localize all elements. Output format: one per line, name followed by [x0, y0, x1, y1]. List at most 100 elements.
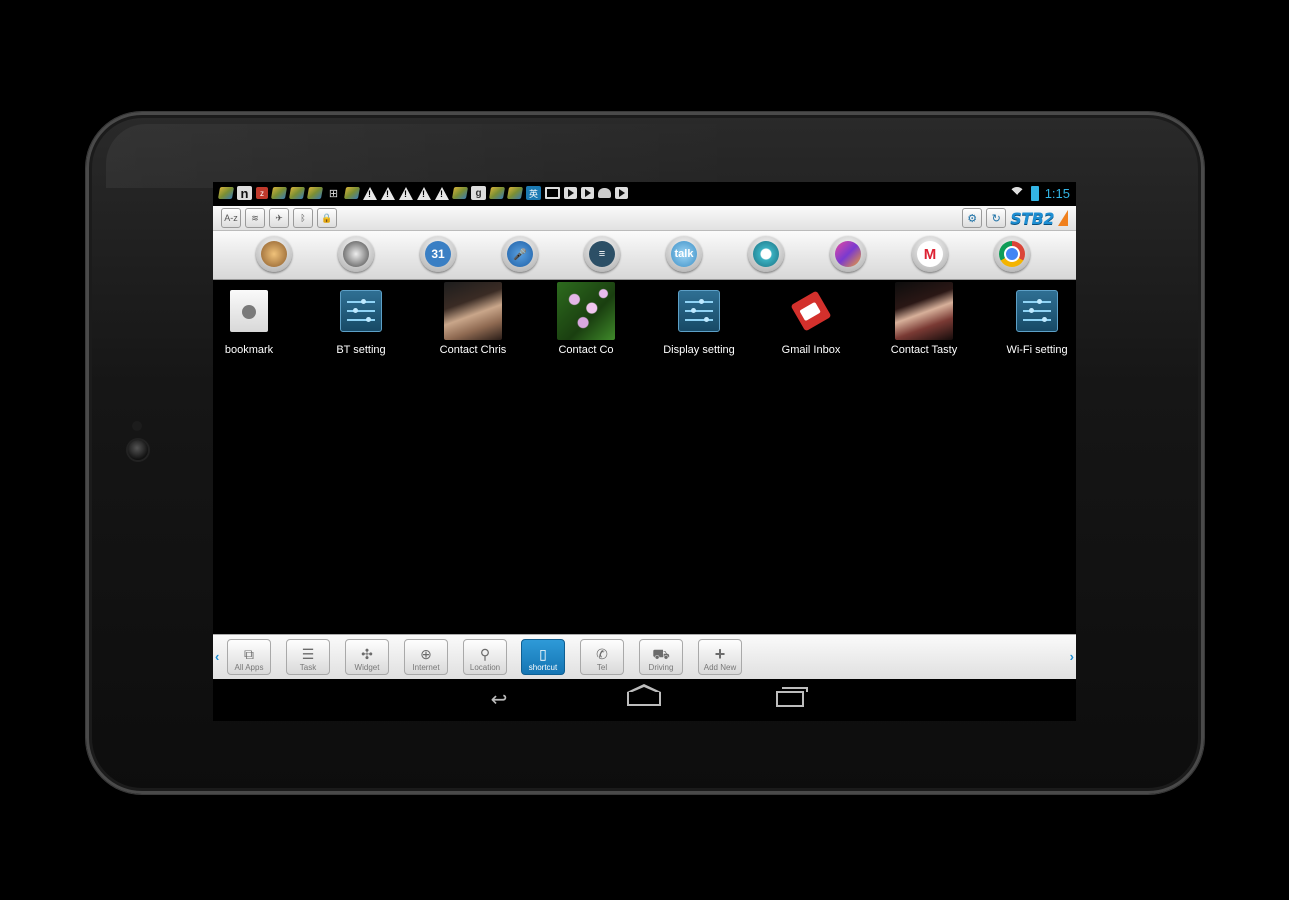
recent-apps-icon — [776, 687, 808, 707]
all-apps-icon: ⧉ — [244, 646, 254, 662]
bookmark-icon — [230, 290, 268, 332]
az-button[interactable]: A-z — [221, 208, 241, 228]
shortcut-gmail-inbox[interactable]: Gmail Inbox — [756, 282, 866, 356]
home-icon — [627, 684, 661, 706]
dock-app-settings[interactable]: ≡ — [584, 236, 620, 272]
shortcut-label: Display setting — [663, 344, 735, 356]
clock: 1:15 — [1044, 185, 1070, 201]
book-icon — [451, 187, 469, 199]
bluetooth-toggle[interactable]: ᛒ — [293, 208, 313, 228]
book-icon — [217, 187, 235, 199]
tab-add-new[interactable]: + Add New — [698, 639, 742, 675]
stb2-flame-icon — [1058, 210, 1068, 226]
dock-app-calendar[interactable]: 31 — [420, 236, 456, 272]
dock-app-maps[interactable] — [748, 236, 784, 272]
dock-app-photo[interactable] — [830, 236, 866, 272]
shortcut-display-setting[interactable]: Display setting — [644, 282, 754, 356]
light-sensor — [132, 421, 142, 431]
refresh-icon[interactable]: ↻ — [986, 208, 1007, 228]
dock-app-talk[interactable]: talk — [666, 236, 702, 272]
settings-icon: ≡ — [589, 241, 615, 267]
book-icon — [488, 187, 506, 199]
google-plus-icon: g — [471, 186, 486, 200]
notification-icons[interactable]: n z ⊞ g 英 — [213, 186, 628, 201]
shortcut-bookmark[interactable]: bookmark — [213, 282, 304, 356]
phone-icon: ✆ — [596, 646, 608, 662]
back-icon: ↩ — [490, 688, 508, 711]
layers-icon: ☰ — [301, 646, 315, 662]
dock-app-gmail[interactable]: M — [912, 236, 948, 272]
voice-search-icon: 🎤 — [507, 241, 533, 267]
tab-all-apps[interactable]: ⧉ All Apps — [227, 639, 271, 675]
scroll-left-arrow[interactable]: ‹ — [215, 649, 219, 664]
wifi-toggle[interactable]: ≋ — [245, 208, 265, 228]
satellite-icon: ⚲ — [479, 646, 491, 662]
dock-app-gallery[interactable] — [256, 236, 292, 272]
photo-icon — [835, 241, 861, 267]
tab-task[interactable]: ☰ Task — [286, 639, 330, 675]
tag-icon — [790, 290, 832, 332]
contact-photo — [895, 282, 953, 340]
wifi-signal-icon — [1008, 187, 1025, 203]
tab-label: Widget — [354, 663, 380, 672]
warning-icon — [363, 186, 377, 200]
n-icon: n — [237, 186, 252, 201]
dock-app-chrome[interactable] — [994, 236, 1030, 272]
shortcut-contact-chris[interactable]: Contact Chris — [418, 282, 528, 356]
warning-icon — [381, 186, 395, 200]
shortcut-label: Gmail Inbox — [781, 344, 841, 356]
tab-label: Location — [469, 663, 501, 672]
book-icon — [288, 187, 306, 199]
red-app-icon: z — [256, 187, 268, 199]
play-store-icon — [564, 187, 577, 199]
gallery-icon — [261, 241, 287, 267]
gear-icon[interactable]: ⚙ — [962, 208, 983, 228]
tab-label: All Apps — [234, 663, 264, 672]
gmail-icon — [545, 187, 560, 199]
puzzle-icon: ✣ — [361, 646, 373, 662]
book-icon — [506, 187, 524, 199]
app-dock: 31 🎤 ≡ talk M — [213, 231, 1076, 280]
status-right: 1:15 — [1008, 182, 1070, 204]
shortcut-wifi-setting[interactable]: Wi-Fi setting — [982, 282, 1076, 356]
shortcut-label: bookmark — [224, 344, 274, 356]
car-icon: ⛟ — [652, 646, 670, 662]
contact-photo — [557, 282, 615, 340]
dock-app-camera[interactable] — [338, 236, 374, 272]
tab-widget[interactable]: ✣ Widget — [345, 639, 389, 675]
airplane-toggle[interactable]: ✈ — [269, 208, 289, 228]
dock-app-voice-search[interactable]: 🎤 — [502, 236, 538, 272]
warning-icon — [435, 186, 449, 200]
battery-icon — [1030, 185, 1039, 201]
warning-icon — [417, 186, 431, 200]
calendar-icon: 31 — [425, 241, 451, 267]
scroll-right-arrow[interactable]: › — [1070, 649, 1074, 664]
shortcut-contact-co[interactable]: Contact Co — [531, 282, 641, 356]
tab-location[interactable]: ⚲ Location — [463, 639, 507, 675]
tab-tel[interactable]: ✆ Tel — [580, 639, 624, 675]
stb2-logo[interactable]: STB2 — [1010, 209, 1054, 228]
lock-toggle[interactable]: 🔒 — [317, 208, 337, 228]
globe-icon: ⊕ — [420, 646, 432, 662]
camera-icon — [343, 241, 369, 267]
quick-toggle-bar: A-z ≋ ✈ ᛒ 🔒 ⚙ ↻ STB2 — [213, 206, 1076, 231]
tab-label: Internet — [412, 663, 440, 672]
play-store-icon — [581, 187, 594, 199]
shortcut-contact-tasty[interactable]: Contact Tasty — [869, 282, 979, 356]
status-bar: n z ⊞ g 英 1:15 — [213, 182, 1076, 204]
recent-apps-button[interactable] — [770, 687, 810, 711]
tab-label: Tel — [596, 663, 608, 672]
tab-label: Add New — [703, 663, 737, 672]
back-button[interactable]: ↩ — [479, 687, 519, 711]
book-icon — [270, 187, 288, 199]
tab-label: shortcut — [528, 663, 558, 672]
front-camera — [128, 440, 148, 460]
shortcut-bt-setting[interactable]: BT setting — [306, 282, 416, 356]
tab-driving[interactable]: ⛟ Driving — [639, 639, 683, 675]
tab-shortcut[interactable]: ▯ shortcut — [521, 639, 565, 675]
play-store-icon — [615, 187, 628, 199]
tab-label: Driving — [648, 663, 674, 672]
home-button[interactable] — [624, 684, 664, 711]
shortcut-label: Contact Chris — [439, 344, 507, 356]
tab-internet[interactable]: ⊕ Internet — [404, 639, 448, 675]
